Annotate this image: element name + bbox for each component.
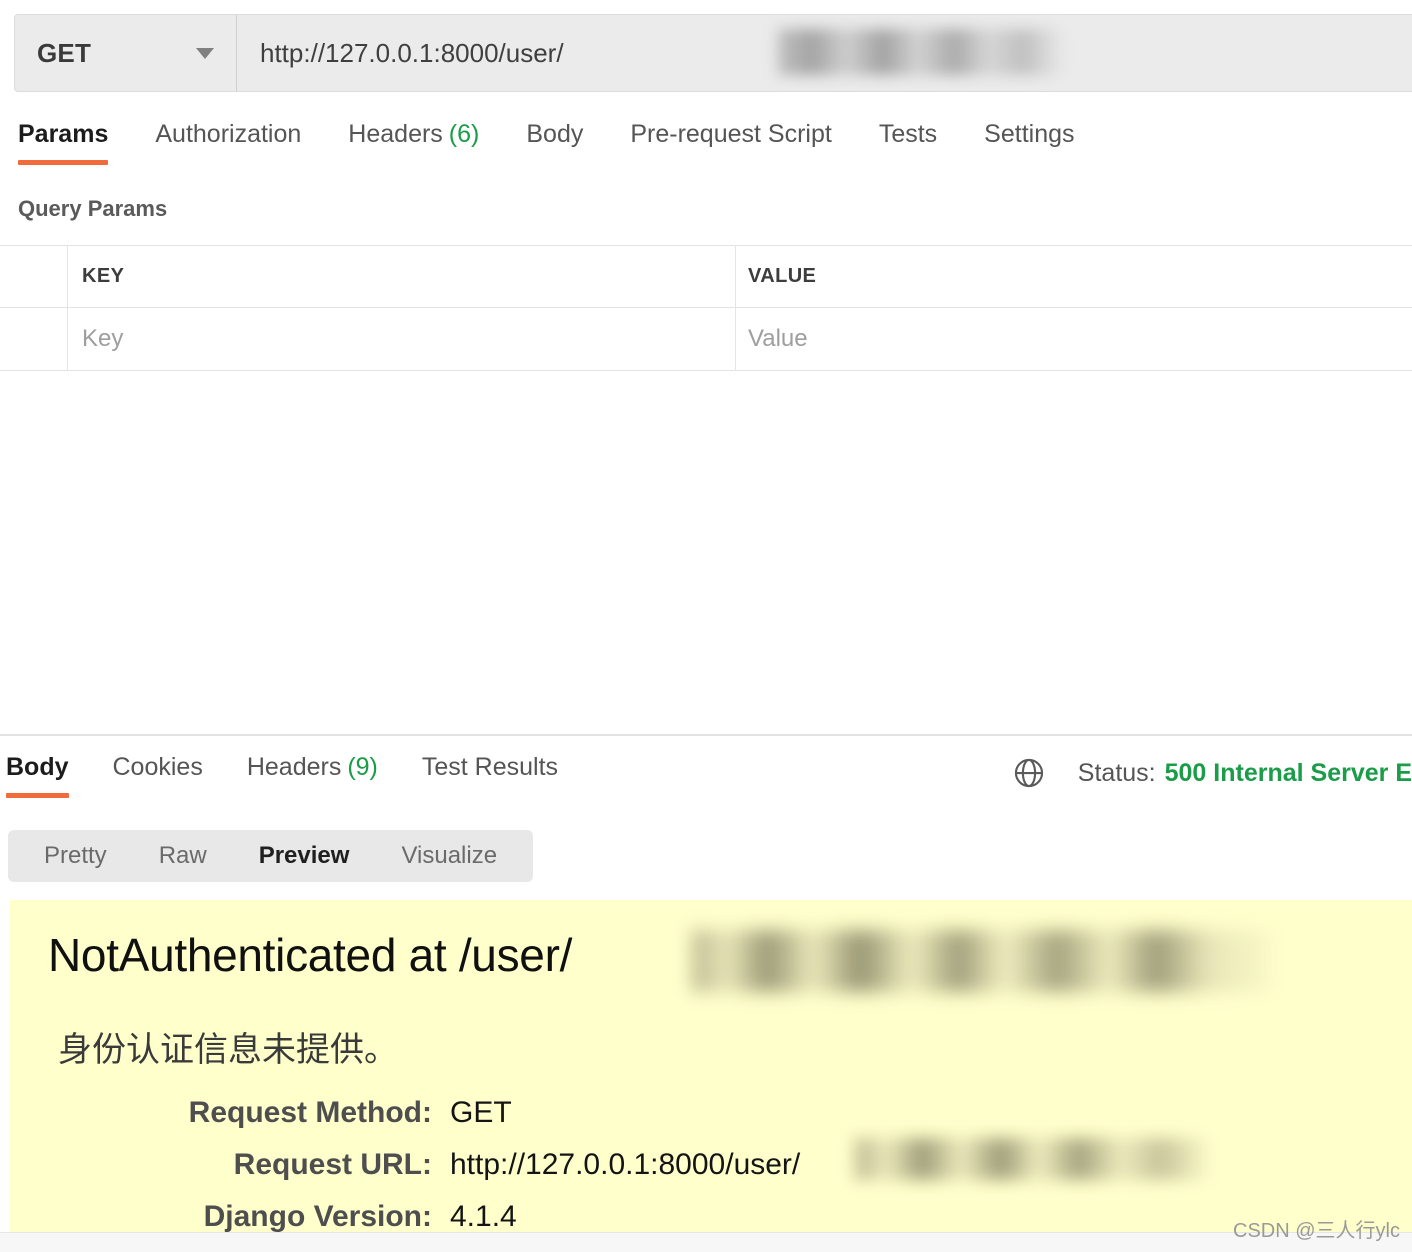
table-header-row: KEY VALUE [0, 246, 1412, 308]
tab-settings[interactable]: Settings [984, 112, 1074, 169]
response-tab-body[interactable]: Body [6, 745, 69, 802]
request-url-input[interactable]: http://127.0.0.1:8000/user/ [237, 15, 1412, 91]
row-key-placeholder: Key [82, 325, 124, 352]
tab-headers-count: (6) [448, 120, 480, 148]
watermark-bar [0, 1232, 1412, 1252]
query-params-table: KEY VALUE Key Value [0, 245, 1412, 371]
tab-authorization[interactable]: Authorization [155, 112, 301, 169]
response-tab-body-label: Body [6, 753, 69, 781]
view-mode-visualize[interactable]: Visualize [375, 842, 523, 870]
response-tab-test-results-label: Test Results [421, 753, 559, 781]
tab-body-label: Body [526, 120, 584, 148]
query-params-title: Query Params [18, 196, 168, 221]
detail-label-request-url: Request URL: [233, 1148, 432, 1181]
view-mode-preview[interactable]: Preview [233, 842, 376, 870]
header-key-label: KEY [82, 265, 125, 287]
tab-settings-label: Settings [984, 120, 1075, 148]
response-tab-test-results[interactable]: Test Results [422, 745, 558, 802]
tab-pre-request-script[interactable]: Pre-request Script [630, 112, 831, 169]
detail-row-request-url: Request URL: http://127.0.0.1:8000/user/ [10, 1148, 1412, 1200]
tab-params[interactable]: Params [18, 112, 109, 169]
error-subheading: 身份认证信息未提供。 [58, 1031, 398, 1069]
header-value-label: VALUE [748, 265, 817, 287]
response-tab-headers-label: Headers [246, 753, 342, 781]
http-method-dropdown[interactable]: GET [15, 15, 237, 91]
request-url-shell: GET http://127.0.0.1:8000/user/ [14, 14, 1412, 92]
row-value-input[interactable]: Value [736, 308, 1412, 370]
view-mode-pretty[interactable]: Pretty [18, 842, 133, 870]
response-tab-cookies-label: Cookies [112, 753, 203, 781]
tab-headers-label: Headers [348, 120, 443, 148]
tab-headers[interactable]: Headers (6) [348, 112, 479, 169]
header-cell-value: VALUE [736, 246, 1412, 307]
tab-pre-request-script-label: Pre-request Script [630, 120, 832, 148]
row-value-placeholder: Value [748, 325, 808, 352]
response-tab-headers-count: (9) [347, 753, 378, 781]
http-method-label: GET [37, 37, 92, 68]
tab-params-label: Params [18, 120, 109, 148]
response-view-toggle: Pretty Raw Preview Visualize [8, 830, 534, 882]
response-status-group: Status: 500 Internal Server E [1012, 752, 1412, 794]
detail-row-request-method: Request Method: GET [10, 1096, 1412, 1148]
view-mode-raw[interactable]: Raw [133, 842, 233, 870]
request-tab-bar: Params Authorization Headers (6) Body Pre… [0, 112, 1412, 174]
detail-label-request-method: Request Method: [188, 1096, 432, 1129]
row-checkbox-cell[interactable] [0, 308, 68, 370]
tab-tests[interactable]: Tests [879, 112, 937, 169]
response-tab-headers[interactable]: Headers (9) [247, 745, 378, 802]
error-heading-redaction-blur [692, 930, 1272, 992]
status-badge: 500 Internal Server E [1164, 758, 1412, 787]
header-cell-key: KEY [68, 246, 736, 307]
pane-split-divider[interactable] [0, 734, 1412, 736]
status-label: Status: [1077, 758, 1156, 787]
header-cell-checkbox [0, 246, 68, 307]
response-tab-cookies[interactable]: Cookies [113, 745, 203, 802]
tab-body[interactable]: Body [526, 112, 583, 169]
error-heading: NotAuthenticated at /user/ [48, 929, 573, 981]
tab-tests-label: Tests [878, 120, 938, 148]
globe-icon[interactable] [1012, 756, 1046, 790]
tab-authorization-label: Authorization [155, 120, 302, 148]
detail-label-django-version: Django Version: [203, 1200, 432, 1233]
row-key-input[interactable]: Key [68, 308, 736, 370]
error-detail-table: Request Method: GET Request URL: http://… [10, 1096, 1412, 1252]
detail-value-request-url: http://127.0.0.1:8000/user/ [450, 1148, 801, 1181]
request-url-redaction-blur [778, 29, 1063, 75]
request-url-text: http://127.0.0.1:8000/user/ [260, 37, 564, 68]
table-row[interactable]: Key Value [0, 308, 1412, 371]
chevron-down-icon [196, 47, 214, 59]
request-url-bar: GET http://127.0.0.1:8000/user/ [0, 0, 1412, 105]
response-body-preview: NotAuthenticated at /user/ 身份认证信息未提供。 Re… [10, 900, 1412, 1252]
detail-value-django-version: 4.1.4 [450, 1200, 517, 1233]
detail-value-request-method: GET [450, 1096, 512, 1129]
